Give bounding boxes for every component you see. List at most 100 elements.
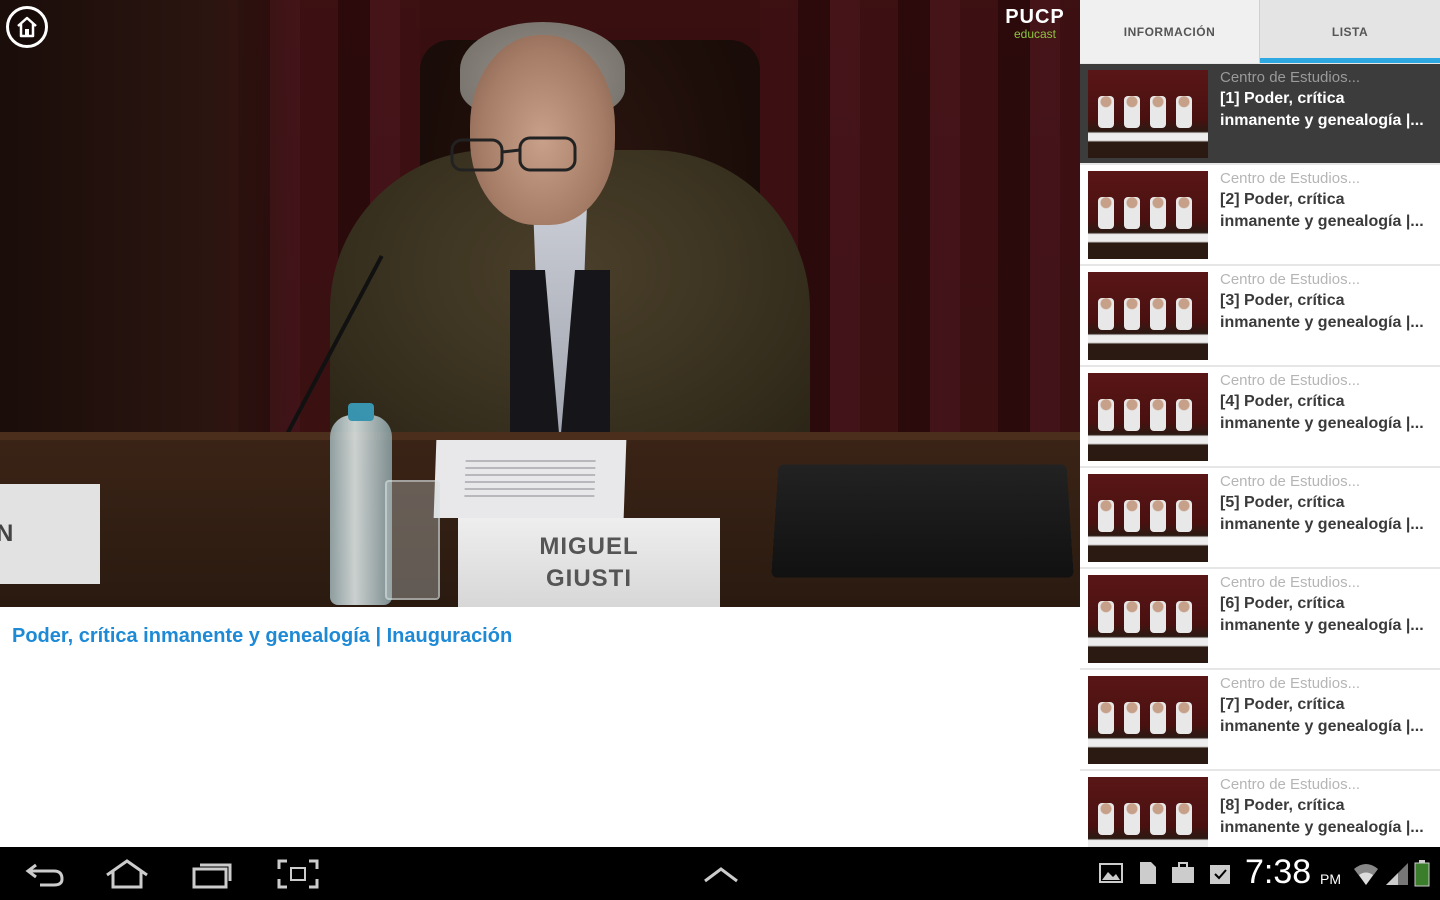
thumbnail-figure — [1150, 803, 1166, 835]
water-bottle — [330, 403, 392, 605]
video-thumbnail — [1088, 676, 1208, 764]
thumbnail-figure — [1176, 298, 1192, 330]
laptop — [771, 464, 1074, 578]
playlist-item-text: Centro de Estudios... [8] Poder, crítica i… — [1220, 775, 1438, 839]
thumbnail-figure — [1098, 399, 1114, 431]
thumbnail-figure — [1124, 803, 1140, 835]
playlist-item-title-line1: [1] Poder, crítica — [1220, 90, 1345, 107]
nameplate-left: N — [0, 484, 100, 584]
thumbnail-figure — [1124, 298, 1140, 330]
playlist-item[interactable]: Centro de Estudios... [5] Poder, crítica i… — [1080, 468, 1440, 569]
gallery-icon — [1099, 863, 1123, 883]
playlist-item-title-line2: inmanente y genealogía |... — [1220, 112, 1424, 129]
playlist-item[interactable]: Centro de Estudios... [6] Poder, crítica i… — [1080, 569, 1440, 670]
playlist-item-source: Centro de Estudios... — [1220, 372, 1361, 389]
playlist-item-title-line1: [7] Poder, crítica — [1220, 696, 1345, 713]
playlist-item-source: Centro de Estudios... — [1220, 776, 1361, 793]
thumbnail-figure — [1176, 96, 1192, 128]
playlist-item-text: Centro de Estudios... [5] Poder, crítica i… — [1220, 472, 1438, 536]
playlist-item-source: Centro de Estudios... — [1220, 69, 1361, 86]
playlist-item[interactable]: Centro de Estudios... [8] Poder, crítica i… — [1080, 771, 1440, 847]
glasses — [450, 136, 577, 172]
tab-bar: INFORMACIÓN LISTA — [1080, 0, 1440, 63]
playlist-item-text: Centro de Estudios... [6] Poder, crítica i… — [1220, 573, 1438, 637]
video-thumbnail — [1088, 272, 1208, 360]
home-button[interactable] — [6, 6, 48, 48]
thumbnail-figure — [1098, 702, 1114, 734]
playlist-item-source: Centro de Estudios... — [1220, 170, 1361, 187]
thumbnail-figure — [1176, 399, 1192, 431]
thumbnail-figure — [1098, 500, 1114, 532]
clock-ampm: PM — [1320, 871, 1341, 887]
tab-informacion[interactable]: INFORMACIÓN — [1080, 0, 1260, 63]
thumbnail-figure — [1098, 298, 1114, 330]
playlist-item-source: Centro de Estudios... — [1220, 675, 1361, 692]
thumbnail-figure — [1098, 96, 1114, 128]
thumbnail-figure — [1098, 601, 1114, 633]
nameplate-left-text: N — [0, 520, 14, 547]
playlist-item-title-line1: [3] Poder, crítica — [1220, 292, 1345, 309]
playlist: Centro de Estudios... [1] Poder, crítica i… — [1080, 64, 1440, 847]
recent-apps-icon[interactable] — [190, 859, 234, 889]
playlist-item-title-line1: [6] Poder, crítica — [1220, 595, 1345, 612]
playlist-item-text: Centro de Estudios... [1] Poder, crítica i… — [1220, 68, 1438, 132]
playlist-item[interactable]: Centro de Estudios... [2] Poder, crítica i… — [1080, 165, 1440, 266]
thumbnail-figure — [1124, 601, 1140, 633]
playlist-item[interactable]: Centro de Estudios... [4] Poder, crítica i… — [1080, 367, 1440, 468]
playlist-item-title-line2: inmanente y genealogía |... — [1220, 819, 1424, 836]
playlist-item-title-line1: [2] Poder, crítica — [1220, 191, 1345, 208]
app-root: N MIGUEL GIUSTI PUCP educast Poder, crít… — [0, 0, 1440, 900]
playlist-item[interactable]: Centro de Estudios... [3] Poder, crítica i… — [1080, 266, 1440, 367]
water-glass — [385, 480, 440, 600]
video-thumbnail — [1088, 171, 1208, 259]
clipboard-icon — [1210, 865, 1230, 884]
paper-sheet — [433, 440, 627, 518]
thumbnail-figure — [1150, 702, 1166, 734]
document-icon — [1140, 862, 1156, 884]
playlist-item-text: Centro de Estudios... [4] Poder, crítica i… — [1220, 371, 1438, 435]
thumbnail-figure — [1176, 197, 1192, 229]
battery-icon — [1414, 860, 1430, 887]
system-nav-bar: 7:38 PM — [0, 847, 1440, 900]
clock-time: 7:38 — [1245, 853, 1312, 891]
nameplate-first-name: MIGUEL — [539, 532, 639, 560]
thumbnail-figure — [1098, 197, 1114, 229]
logo-line1: PUCP — [1005, 6, 1065, 28]
up-chevron-icon[interactable] — [702, 865, 740, 885]
thumbnail-figure — [1150, 298, 1166, 330]
thumbnail-figure — [1176, 500, 1192, 532]
video-thumbnail — [1088, 474, 1208, 562]
playlist-item-title-line2: inmanente y genealogía |... — [1220, 415, 1424, 432]
playlist-item-text: Centro de Estudios... [7] Poder, crítica i… — [1220, 674, 1438, 738]
back-icon[interactable] — [22, 859, 66, 889]
thumbnail-figure — [1124, 197, 1140, 229]
nameplate-last-name: GIUSTI — [545, 564, 632, 592]
thumbnail-figure — [1176, 803, 1192, 835]
playlist-item[interactable]: Centro de Estudios... [7] Poder, crítica i… — [1080, 670, 1440, 771]
nameplate-speaker: MIGUEL GIUSTI — [458, 518, 720, 607]
playlist-item-title-line2: inmanente y genealogía |... — [1220, 516, 1424, 533]
thumbnail-figure — [1150, 96, 1166, 128]
playlist-item-source: Centro de Estudios... — [1220, 271, 1361, 288]
thumbnail-figure — [1150, 500, 1166, 532]
background-person — [0, 0, 300, 440]
logo-line2: educast — [1013, 27, 1057, 41]
playlist-item-title-line2: inmanente y genealogía |... — [1220, 718, 1424, 735]
thumbnail-figure — [1124, 702, 1140, 734]
screenshot-icon[interactable] — [277, 859, 319, 889]
playlist-item[interactable]: Centro de Estudios... [1] Poder, crítica i… — [1080, 64, 1440, 165]
video-thumbnail — [1088, 575, 1208, 663]
video-thumbnail — [1088, 373, 1208, 461]
playlist-item-text: Centro de Estudios... [2] Poder, crítica i… — [1220, 169, 1438, 233]
video-title-link[interactable]: Poder, crítica inmanente y genealogía | … — [12, 625, 512, 648]
thumbnail-figure — [1124, 399, 1140, 431]
tab-informacion-label: INFORMACIÓN — [1123, 24, 1216, 39]
wifi-icon — [1354, 864, 1378, 885]
playlist-item-title-line2: inmanente y genealogía |... — [1220, 213, 1424, 230]
tab-lista[interactable]: LISTA — [1260, 0, 1440, 63]
home-icon[interactable] — [103, 859, 151, 889]
video-player[interactable]: N MIGUEL GIUSTI PUCP educast — [0, 0, 1080, 607]
playlist-item-title-line1: [4] Poder, crítica — [1220, 393, 1345, 410]
thumbnail-figure — [1150, 197, 1166, 229]
playlist-item-source: Centro de Estudios... — [1220, 574, 1361, 591]
